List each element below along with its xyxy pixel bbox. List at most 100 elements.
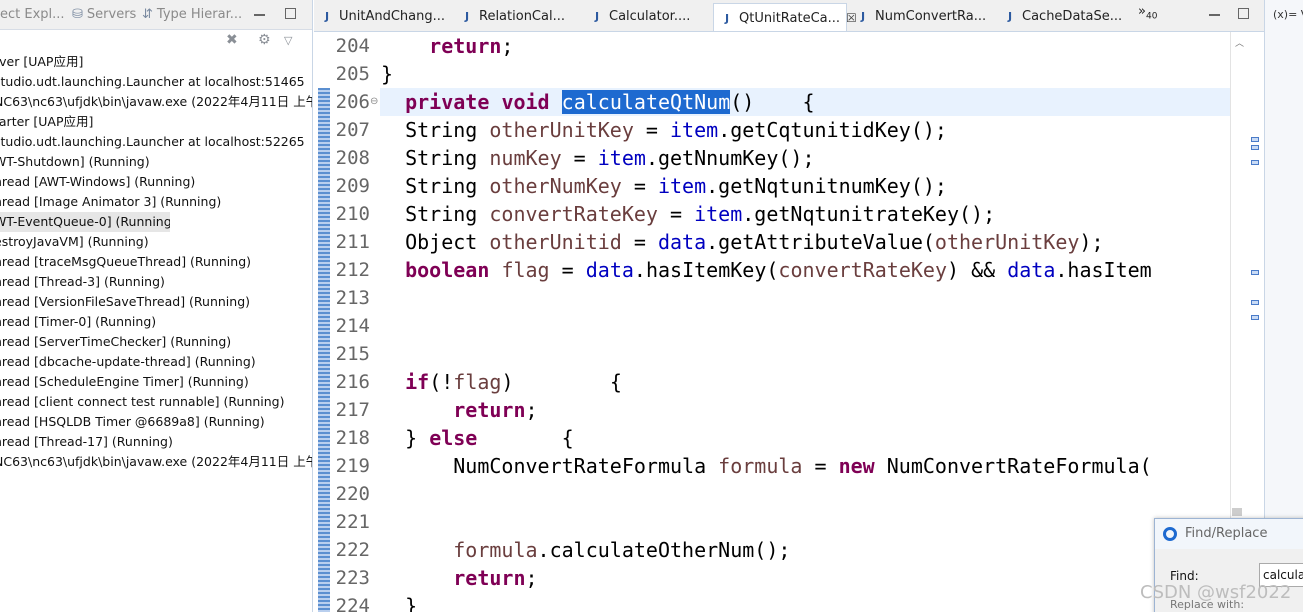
tree-item-label: studio.udt.launching.Launcher at localho… — [0, 74, 305, 89]
tab-servers[interactable]: ⛁ Servers — [72, 0, 136, 30]
tab-overflow-button[interactable]: »40 — [1138, 4, 1157, 22]
maximize-icon[interactable] — [285, 8, 296, 19]
collapse-icon[interactable]: ⚙ — [258, 32, 271, 48]
code-line: if(!flag) { — [405, 370, 622, 394]
java-file-icon: J — [860, 10, 866, 23]
tab-cachedatase[interactable]: J CacheDataSe... — [997, 3, 1137, 31]
tree-item-label: hread [traceMsgQueueThread] (Running) — [0, 254, 252, 269]
line-number: 211 — [335, 231, 370, 253]
minimize-icon[interactable] — [254, 14, 265, 16]
occurrence-marker[interactable] — [1251, 315, 1259, 320]
tree-item-label: NC63\nc63\ufjdk\bin\javaw.exe (2022年4月11… — [0, 454, 313, 469]
line-number: 221 — [335, 511, 370, 533]
tree-item[interactable]: tarter [UAP应用] — [0, 112, 312, 132]
tree-item[interactable]: hread [ScheduleEngine Timer] (Running) — [0, 372, 312, 392]
occurrence-marker[interactable] — [1251, 145, 1259, 150]
line-number: 206 — [335, 91, 370, 113]
tree-item-label: estroyJavaVM] (Running) — [0, 234, 149, 249]
code-line: private void calculateQtNum() { — [405, 90, 815, 114]
tree-item-label: hread [dbcache-update-thread] (Running) — [0, 354, 256, 369]
line-number: 219 — [335, 455, 370, 477]
tree-item-label: tarter [UAP应用] — [0, 114, 94, 129]
tab-type-hierarchy[interactable]: ⇵ Type Hierar... — [142, 0, 242, 30]
tree-item[interactable]: NC63\nc63\ufjdk\bin\javaw.exe (2022年4月11… — [0, 452, 313, 472]
remove-terminated-icon[interactable]: ✖ — [226, 32, 238, 48]
tree-item-label: hread [Timer-0] (Running) — [0, 314, 157, 329]
line-number: 217 — [335, 399, 370, 421]
scroll-up-icon[interactable]: ︿ — [1235, 36, 1244, 49]
debug-panel: ect Expl... ⛁ Servers ⇵ Type Hierar... ✖ ⚙… — [0, 0, 313, 612]
tree-item[interactable]: estroyJavaVM] (Running) — [0, 232, 312, 252]
line-number: 204 — [335, 35, 370, 57]
fold-icon[interactable]: ⊖ — [370, 96, 378, 107]
tree-item[interactable]: WT-EventQueue-0] (Running) — [0, 212, 170, 232]
view-menu-icon[interactable]: ▽ — [284, 34, 292, 47]
code-line: String convertRateKey = item.getNqtunitr… — [405, 202, 996, 226]
tab-relationcal[interactable]: J RelationCal... — [454, 3, 582, 31]
tab-label: ect Expl... — [0, 7, 65, 22]
line-number: 208 — [335, 147, 370, 169]
tree-item[interactable]: hread [Thread-3] (Running) — [0, 272, 312, 292]
maximize-icon[interactable] — [1238, 8, 1249, 19]
tab-label: Type Hierar... — [156, 7, 243, 22]
occurrence-marker[interactable] — [1251, 270, 1259, 275]
tree-item-label: hread [VersionFileSaveThread] (Running) — [0, 294, 251, 309]
line-number: 212 — [335, 259, 370, 281]
tab-label: QtUnitRateCa... — [739, 11, 841, 26]
tree-item[interactable]: studio.udt.launching.Launcher at localho… — [0, 72, 312, 92]
watermark: CSDN @wsf2022 — [1140, 582, 1292, 603]
tree-item[interactable]: rver [UAP应用] — [0, 52, 312, 72]
tree-item-label: hread [ScheduleEngine Timer] (Running) — [0, 374, 249, 389]
tree-item-label: hread [Thread-17] (Running) — [0, 434, 173, 449]
tree-item-label: hread [ServerTimeChecker] (Running) — [0, 334, 232, 349]
tab-label: Calculator.... — [609, 9, 691, 24]
occurrence-marker[interactable] — [1251, 300, 1259, 305]
tab-label: UnitAndChang... — [339, 9, 446, 24]
java-file-icon: J — [594, 10, 600, 23]
tree-item-label: WT-Shutdown] (Running) — [0, 154, 150, 169]
minimize-icon[interactable] — [1209, 14, 1220, 16]
code-line: return; — [429, 34, 514, 58]
tree-item[interactable]: hread [Timer-0] (Running) — [0, 312, 312, 332]
tree-item-label: hread [AWT-Windows] (Running) — [0, 174, 196, 189]
code-line: } else { — [405, 426, 574, 450]
tree-item[interactable]: NC63\nc63\ufjdk\bin\javaw.exe (2022年4月11… — [0, 92, 312, 112]
code-editor[interactable]: 204 205 206 207 208 209 210 211 212 213 214 215 216 2… — [314, 32, 1249, 612]
overflow-count: 40 — [1145, 11, 1158, 22]
tab-calculator[interactable]: J Calculator.... — [584, 3, 710, 31]
scroll-thumb[interactable] — [1232, 508, 1242, 516]
tab-label: RelationCal... — [479, 9, 565, 24]
tree-item[interactable]: hread [HSQLDB Timer @6689a8] (Running) — [0, 412, 312, 432]
tab-qtunitrateca[interactable]: J QtUnitRateCa... ☒ — [713, 3, 857, 31]
dialog-title: Find/Replace — [1155, 519, 1303, 549]
tree-item[interactable]: hread [Thread-17] (Running) — [0, 432, 312, 452]
tree-item[interactable]: hread [dbcache-update-thread] (Running) — [0, 352, 312, 372]
left-view-tabs: ect Expl... ⛁ Servers ⇵ Type Hierar... — [0, 0, 312, 30]
code-line: } — [381, 62, 394, 86]
tree-item[interactable]: hread [traceMsgQueueThread] (Running) — [0, 252, 312, 272]
tree-item[interactable]: studio.udt.launching.Launcher at localho… — [0, 132, 312, 152]
code-line: String otherUnitKey = item.getCqtunitidK… — [405, 118, 947, 142]
tab-project-explorer[interactable]: ect Expl... — [0, 0, 65, 30]
tab-unitandchang[interactable]: J UnitAndChang... — [314, 3, 451, 31]
tree-item-label: hread [client connect test runnable] (Ru… — [0, 394, 285, 409]
tree-item[interactable]: hread [ServerTimeChecker] (Running) — [0, 332, 312, 352]
code-line: NumConvertRateFormula formula = new NumC… — [453, 454, 1152, 478]
eclipse-icon — [1163, 527, 1177, 541]
code-line: String numKey = item.getNnumKey(); — [405, 146, 815, 170]
variables-tab[interactable]: (x)= V — [1273, 8, 1303, 21]
occurrence-marker[interactable] — [1251, 137, 1259, 142]
tree-item[interactable]: hread [Image Animator 3] (Running) — [0, 192, 312, 212]
code-line: } — [405, 594, 418, 612]
tree-item[interactable]: WT-Shutdown] (Running) — [0, 152, 312, 172]
tab-numconvertra[interactable]: J NumConvertRa... — [850, 3, 994, 31]
occurrence-marker[interactable] — [1251, 160, 1259, 165]
line-number: 222 — [335, 539, 370, 561]
tree-item-label: rver [UAP应用] — [0, 54, 84, 69]
tree-item[interactable]: hread [AWT-Windows] (Running) — [0, 172, 312, 192]
tree-item[interactable]: hread [VersionFileSaveThread] (Running) — [0, 292, 312, 312]
tree-item[interactable]: hread [client connect test runnable] (Ru… — [0, 392, 312, 412]
java-file-icon: J — [464, 10, 470, 23]
line-number: 215 — [335, 343, 370, 365]
hierarchy-icon: ⇵ — [142, 7, 153, 22]
